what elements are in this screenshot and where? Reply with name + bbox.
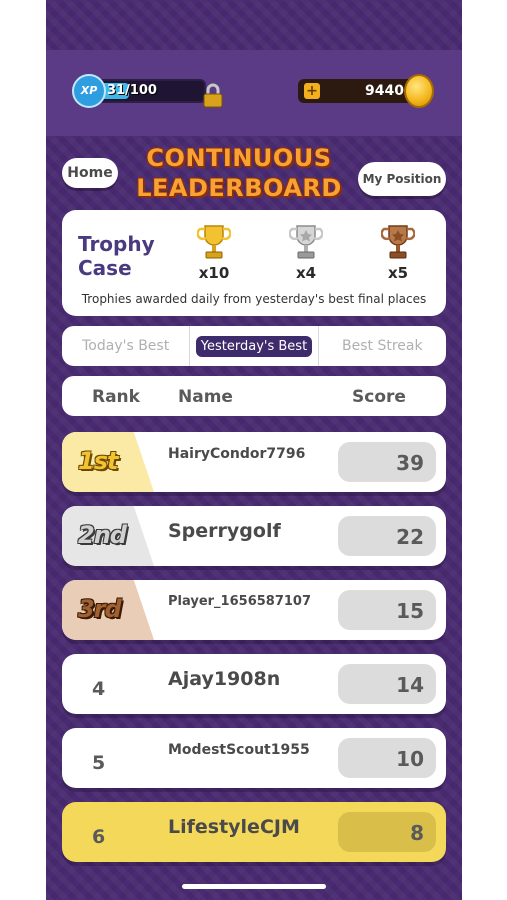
trophy-case: Trophy Case x10 x4 x5 Trophies awarded d…	[62, 210, 446, 316]
lock-icon	[203, 83, 223, 108]
gold-trophy: x10	[194, 224, 234, 288]
tab-label: Yesterday's Best	[195, 335, 313, 357]
coin-value: 9440	[365, 83, 404, 99]
add-coins-button[interactable]: +	[304, 83, 320, 99]
player-name: Sperrygolf	[168, 520, 281, 542]
player-score: 8	[338, 812, 436, 852]
xp-meter: 31/100 XP	[72, 74, 223, 108]
rank-badge: 2nd	[78, 521, 127, 549]
tab-todays-best[interactable]: Today's Best	[62, 326, 191, 366]
gold-trophy-count: x10	[198, 264, 230, 282]
home-indicator[interactable]	[182, 884, 326, 889]
rank-number: 4	[92, 678, 106, 700]
score-column-header: Score	[352, 387, 406, 407]
tab-yesterdays-best[interactable]: Yesterday's Best	[190, 326, 319, 366]
player-name: Ajay1908n	[168, 668, 281, 690]
xp-progress-bar: 31/100	[90, 79, 223, 108]
rank-badge: 1st	[78, 447, 118, 475]
player-name: ModestScout1955	[168, 742, 310, 758]
xp-badge-icon: XP	[72, 74, 106, 108]
silver-trophy: x4	[286, 224, 326, 288]
bronze-trophy-count: x5	[387, 264, 409, 282]
my-position-button[interactable]: My Position	[358, 162, 446, 196]
silver-trophy-count: x4	[295, 264, 317, 282]
player-name: Player_1656587107	[168, 594, 312, 609]
tab-best-streak[interactable]: Best Streak	[319, 326, 446, 366]
table-row[interactable]: 1st HairyCondor7796 39	[62, 432, 446, 492]
player-score: 39	[338, 442, 436, 482]
trophy-case-note: Trophies awarded daily from yesterday's …	[81, 292, 427, 306]
rank-number: 6	[92, 826, 106, 848]
bronze-trophy-icon	[381, 225, 415, 259]
table-row[interactable]: 5 ModestScout1955 10	[62, 728, 446, 788]
name-column-header: Name	[178, 387, 233, 407]
rank-badge: 3rd	[78, 595, 122, 623]
app-screen: 31/100 XP + 9440 Home CONTINUOUS LEADERB…	[46, 0, 462, 900]
player-score: 22	[338, 516, 436, 556]
table-row[interactable]: 2nd Sperrygolf 22	[62, 506, 446, 566]
tab-label: Best Streak	[342, 338, 423, 354]
leaderboard-tabs: Today's Best Yesterday's Best Best Strea…	[62, 326, 446, 366]
trophy-case-label: Trophy Case	[78, 232, 155, 280]
player-score: 15	[338, 590, 436, 630]
top-bar: 31/100 XP + 9440	[46, 50, 462, 136]
player-score: 10	[338, 738, 436, 778]
rank-number: 5	[92, 752, 106, 774]
player-name: LifestyleCJM	[168, 816, 300, 838]
player-score: 14	[338, 664, 436, 704]
rank-column-header: Rank	[92, 387, 140, 407]
tab-label: Today's Best	[82, 338, 170, 354]
home-button[interactable]: Home	[62, 158, 118, 188]
page-title: CONTINUOUS LEADERBOARD	[136, 144, 342, 202]
silver-trophy-icon	[289, 225, 323, 259]
gold-trophy-icon	[197, 225, 231, 259]
bronze-trophy: x5	[378, 224, 418, 288]
table-row[interactable]: 3rd Player_1656587107 15	[62, 580, 446, 640]
coin-balance[interactable]: + 9440	[298, 74, 438, 108]
table-row[interactable]: 4 Ajay1908n 14	[62, 654, 446, 714]
coin-icon	[404, 74, 434, 108]
column-header: Rank Name Score	[62, 376, 446, 416]
table-row-current-player[interactable]: 6 LifestyleCJM 8	[62, 802, 446, 862]
player-name: HairyCondor7796	[168, 446, 306, 462]
